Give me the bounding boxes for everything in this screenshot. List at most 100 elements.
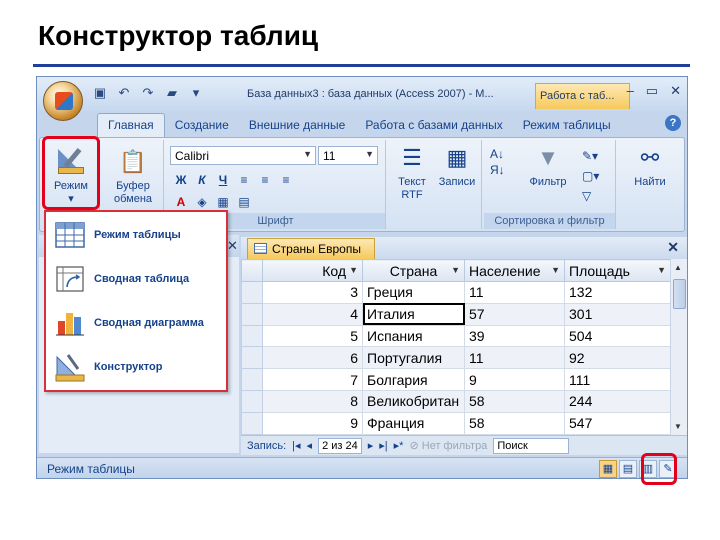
chevron-down-icon[interactable]: ▼ — [551, 265, 560, 275]
tab-create[interactable]: Создание — [165, 114, 239, 137]
table-row[interactable]: 9 Франция 58 547 — [241, 411, 671, 435]
cell-code[interactable]: 6 — [262, 346, 363, 370]
menu-item-design[interactable]: Конструктор — [50, 348, 224, 388]
fill-color-icon[interactable]: ◈ — [193, 192, 211, 210]
cell-population[interactable]: 11 — [464, 281, 565, 304]
new-record-icon[interactable]: ▸* — [394, 439, 404, 452]
gridlines-icon[interactable]: ▦ — [214, 192, 232, 210]
cell-area[interactable]: 504 — [564, 324, 671, 348]
scroll-up-icon[interactable]: ▲ — [674, 263, 682, 272]
cell-country[interactable]: Греция — [362, 281, 465, 304]
cell-area[interactable]: 132 — [564, 281, 671, 304]
cell-code[interactable]: 5 — [262, 324, 363, 348]
cell-country[interactable]: Португалия — [362, 346, 465, 370]
record-position-input[interactable]: 2 из 24 — [318, 437, 362, 454]
table-row[interactable]: 5 Испания 39 504 — [241, 324, 671, 348]
align-right-icon[interactable]: ≡ — [277, 170, 295, 188]
font-color-icon[interactable]: A — [172, 192, 190, 210]
align-left-icon[interactable]: ≡ — [235, 170, 253, 188]
cell-population[interactable]: 58 — [464, 411, 565, 435]
row-selector[interactable] — [241, 281, 263, 304]
column-header[interactable]: Код ▼ — [262, 259, 363, 282]
underline-button[interactable]: Ч — [214, 170, 232, 188]
row-selector[interactable] — [241, 302, 263, 326]
last-record-icon[interactable]: ▸| — [379, 439, 387, 452]
column-header[interactable]: Страна ▼ — [362, 259, 465, 282]
maximize-icon[interactable]: ▭ — [646, 83, 658, 99]
cell-country[interactable]: Болгария — [362, 368, 465, 391]
office-button[interactable] — [43, 81, 83, 121]
cell-country[interactable]: Испания — [362, 324, 465, 348]
chevron-down-icon[interactable]: ▼ — [349, 265, 358, 275]
font-size-combo[interactable]: 11 ▼ — [318, 146, 378, 165]
cell-code[interactable]: 7 — [262, 368, 363, 391]
table-row[interactable]: 3 Греция 11 132 — [241, 281, 671, 304]
menu-item-datasheet[interactable]: Режим таблицы — [50, 216, 224, 256]
scroll-down-icon[interactable]: ▼ — [674, 422, 682, 431]
chevron-down-icon[interactable]: ▼ — [451, 265, 460, 275]
column-header[interactable]: Население ▼ — [464, 259, 565, 282]
cell-code[interactable]: 8 — [262, 389, 363, 413]
scroll-thumb[interactable] — [673, 279, 686, 309]
filter-button[interactable]: ▼ Фильтр — [518, 142, 578, 189]
vertical-scrollbar[interactable]: ▲ ▼ — [670, 259, 687, 435]
save-icon[interactable]: ▣ — [91, 85, 109, 101]
table-row[interactable]: 8 Великобритан 58 244 — [241, 389, 671, 413]
tab-external-data[interactable]: Внешние данные — [239, 114, 356, 137]
menu-item-pivot-chart[interactable]: Сводная диаграмма — [50, 304, 224, 344]
cell-population[interactable]: 39 — [464, 324, 565, 348]
redo-icon[interactable]: ↷ — [139, 85, 157, 101]
table-row[interactable]: 4 Италия 57 301 — [241, 302, 671, 326]
alt-fill-icon[interactable]: ▤ — [235, 192, 253, 210]
bold-button[interactable]: Ж — [172, 170, 190, 188]
tab-database-tools[interactable]: Работа с базами данных — [355, 114, 512, 137]
cell-area[interactable]: 111 — [564, 368, 671, 391]
no-filter-button[interactable]: ⊘ Нет фильтра — [409, 439, 487, 452]
row-selector[interactable] — [241, 411, 263, 435]
rich-text-button[interactable]: ☰ Текст RTF — [390, 142, 434, 202]
document-tab[interactable]: Страны Европы — [247, 238, 375, 259]
cell-country[interactable]: Великобритан — [362, 389, 465, 413]
undo-icon[interactable]: ↶ — [115, 85, 133, 101]
open-folder-icon[interactable]: ▰ — [163, 85, 181, 101]
first-record-icon[interactable]: |◂ — [292, 439, 300, 452]
records-button[interactable]: ▦ Записи — [434, 142, 480, 189]
next-record-icon[interactable]: ▸ — [368, 439, 374, 452]
close-icon[interactable]: ✕ — [227, 238, 238, 254]
cell-population[interactable]: 9 — [464, 368, 565, 391]
select-all-corner[interactable] — [241, 259, 263, 282]
help-icon[interactable]: ? — [665, 115, 681, 131]
column-header[interactable]: Площадь ▼ — [564, 259, 671, 282]
customize-icon[interactable]: ▾ — [187, 85, 205, 101]
cell-area[interactable]: 92 — [564, 346, 671, 370]
cell-area[interactable]: 244 — [564, 389, 671, 413]
row-selector[interactable] — [241, 324, 263, 348]
datasheet-view-icon[interactable]: ▦ — [599, 460, 617, 478]
row-selector[interactable] — [241, 346, 263, 370]
font-name-combo[interactable]: Calibri ▼ — [170, 146, 316, 165]
menu-item-pivot-table[interactable]: Сводная таблица — [50, 260, 224, 300]
minimize-icon[interactable]: – — [627, 83, 634, 99]
chevron-down-icon[interactable]: ▼ — [657, 265, 666, 275]
tab-home[interactable]: Главная — [97, 113, 165, 137]
close-icon[interactable]: ✕ — [670, 83, 681, 99]
cell-code[interactable]: 9 — [262, 411, 363, 435]
search-input[interactable]: Поиск — [493, 437, 570, 454]
cell-area[interactable]: 301 — [564, 302, 671, 326]
cell-code[interactable]: 3 — [262, 281, 363, 304]
cell-code[interactable]: 4 — [262, 302, 363, 326]
previous-record-icon[interactable]: ◂ — [307, 439, 313, 452]
cell-population[interactable]: 11 — [464, 346, 565, 370]
cell-population[interactable]: 58 — [464, 389, 565, 413]
find-button[interactable]: ⚯ Найти — [624, 142, 676, 189]
cell-population[interactable]: 57 — [464, 302, 565, 326]
clipboard-button[interactable]: 📋 Буфер обмена — [108, 146, 158, 206]
row-selector[interactable] — [241, 368, 263, 391]
italic-button[interactable]: К — [193, 170, 211, 188]
table-row[interactable]: 7 Болгария 9 111 — [241, 368, 671, 391]
table-row[interactable]: 6 Португалия 11 92 — [241, 346, 671, 370]
cell-country[interactable]: Франция — [362, 411, 465, 435]
cell-area[interactable]: 547 — [564, 411, 671, 435]
sort-ascending-icon[interactable]: А↓ Я↓ — [490, 146, 505, 178]
tab-datasheet[interactable]: Режим таблицы — [513, 114, 621, 137]
